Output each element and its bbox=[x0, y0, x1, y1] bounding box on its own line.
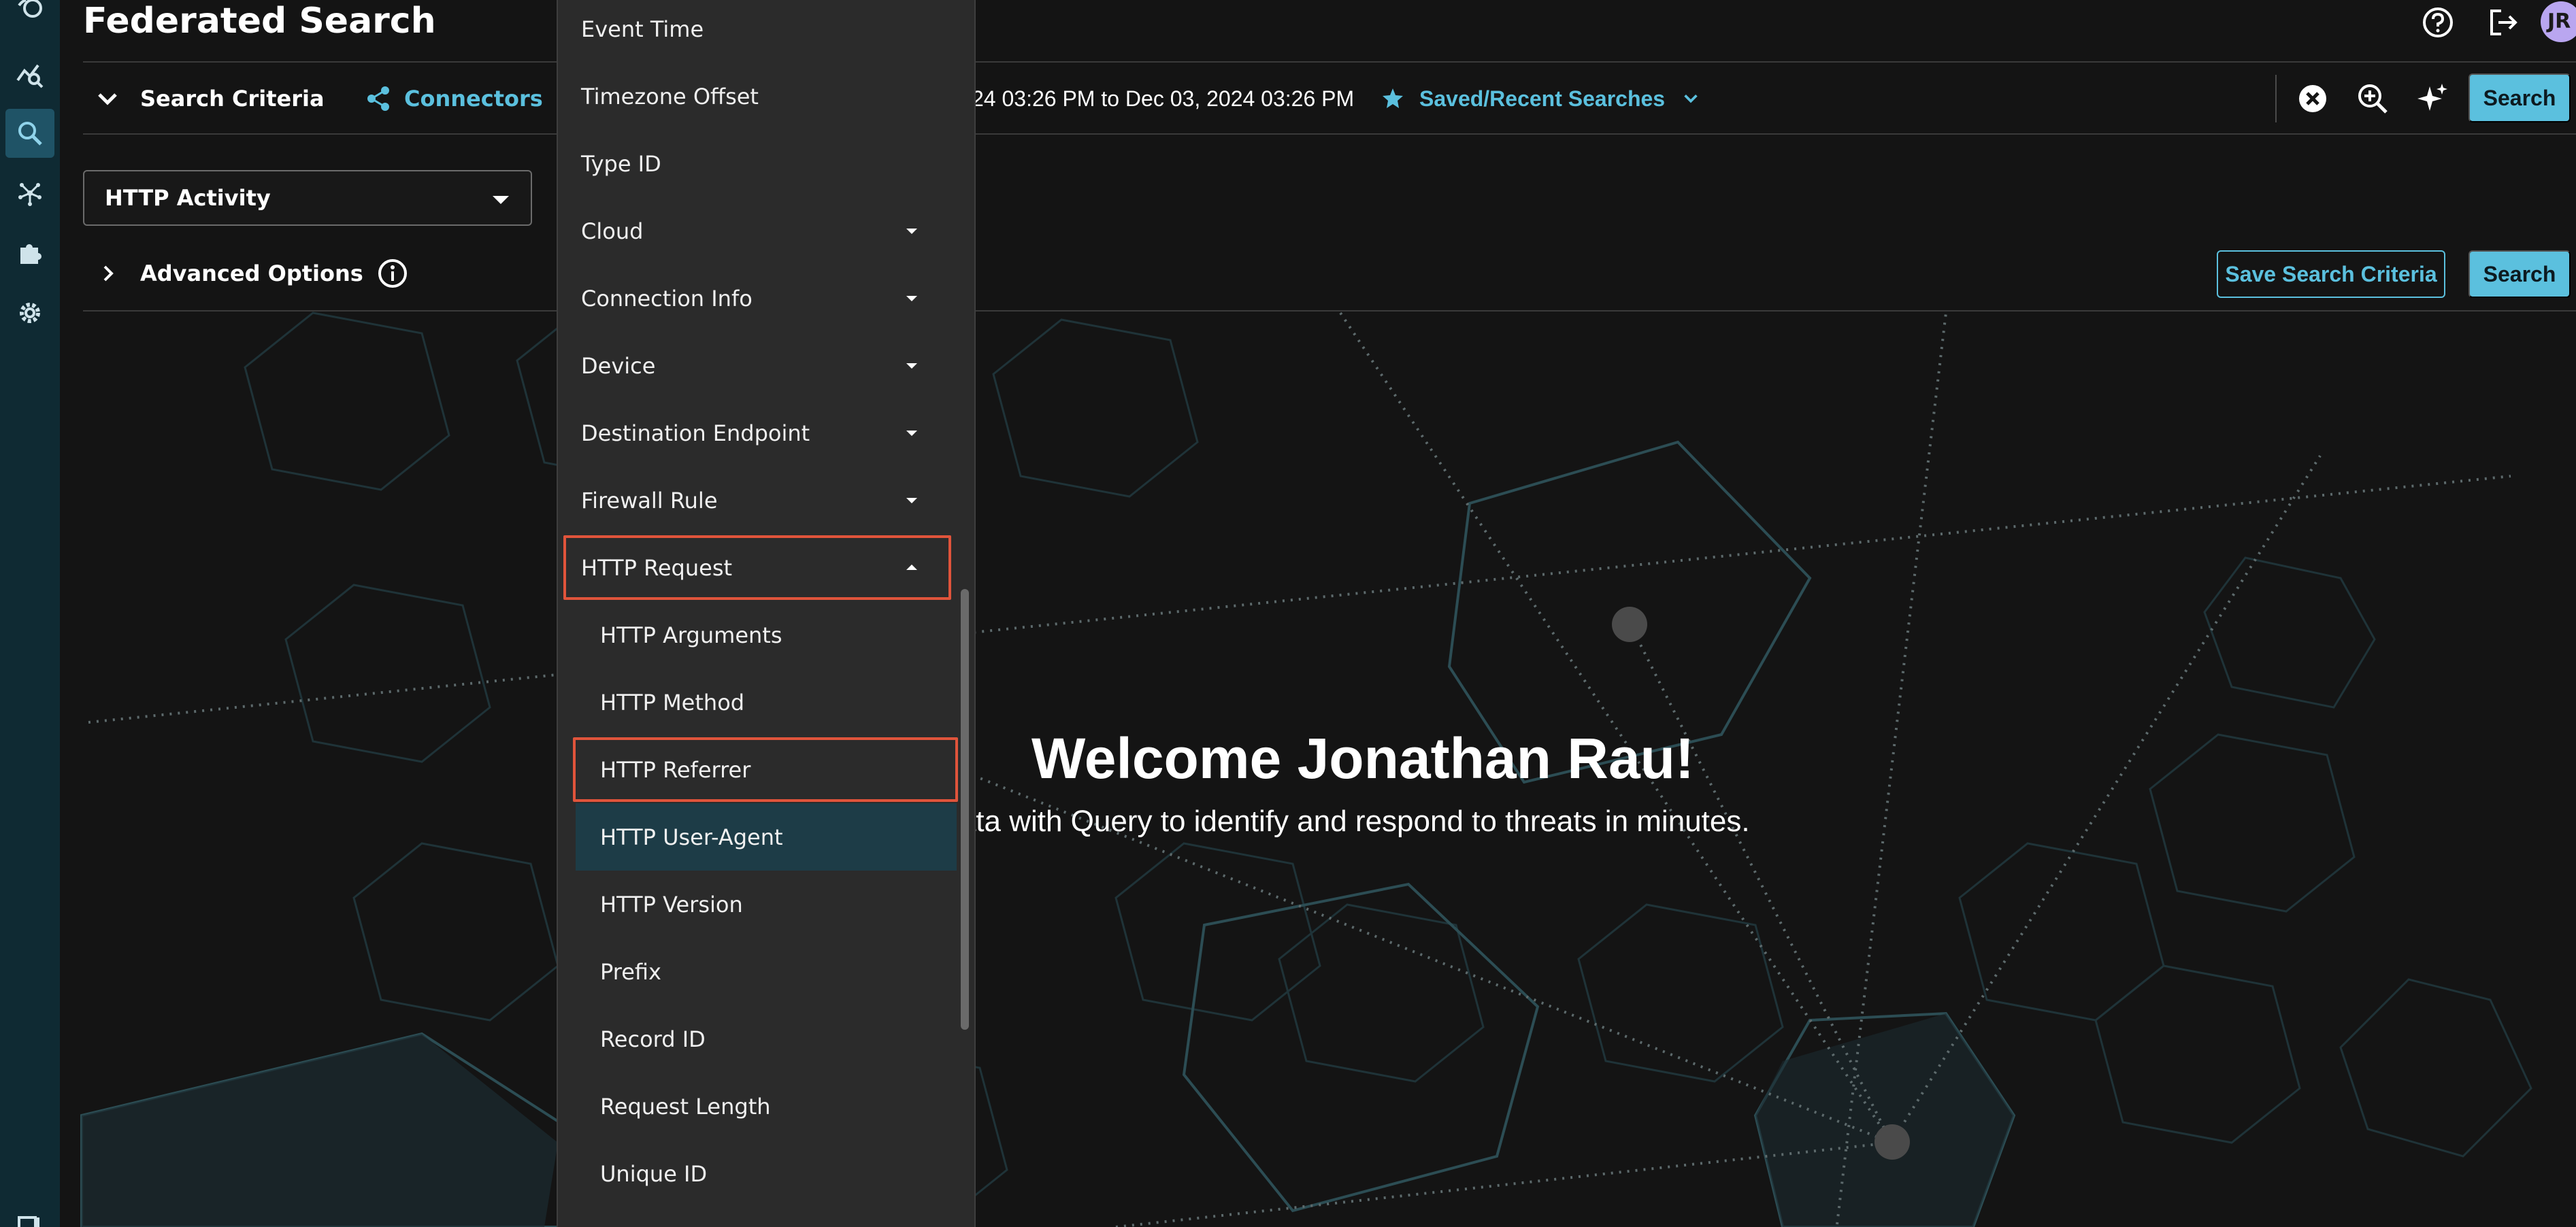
dropdown-item-label: Unique ID bbox=[600, 1160, 708, 1187]
connectors-icon bbox=[367, 86, 389, 111]
advanced-options-toggle[interactable]: Advanced Options bbox=[98, 256, 408, 291]
caret-up-icon bbox=[906, 565, 917, 570]
chevron-right-icon bbox=[103, 265, 114, 282]
page-title: Federated Search bbox=[83, 1, 436, 41]
ai-sparkle-icon[interactable] bbox=[2410, 76, 2455, 121]
dropdown-item-label: HTTP User-Agent bbox=[600, 824, 783, 850]
search-icon[interactable] bbox=[5, 109, 54, 158]
field-dropdown-menu[interactable]: Event Time Timezone Offset Type ID Cloud… bbox=[557, 0, 976, 1227]
dropdown-group-connection-info[interactable]: Connection Info bbox=[558, 265, 957, 332]
info-icon[interactable] bbox=[377, 258, 408, 289]
dropdown-item-label: Destination Endpoint bbox=[581, 420, 810, 446]
dropdown-item-label: Firewall Rule bbox=[581, 487, 718, 514]
dropdown-item-label: Request Length bbox=[600, 1093, 771, 1120]
header-divider bbox=[83, 61, 2576, 63]
settings-icon[interactable] bbox=[5, 288, 54, 337]
save-search-criteria-button[interactable]: Save Search Criteria bbox=[2217, 250, 2445, 298]
expand-icon[interactable] bbox=[5, 1198, 54, 1227]
dropdown-item-http-method[interactable]: HTTP Method bbox=[558, 669, 957, 736]
caret-down-icon bbox=[906, 498, 917, 503]
saved-searches-label: Saved/Recent Searches bbox=[1419, 86, 1666, 111]
welcome-subtitle: ur data with Query to identify and respo… bbox=[908, 805, 1750, 838]
dropdown-item-record-id[interactable]: Record ID bbox=[558, 1005, 957, 1073]
criteria-divider bbox=[83, 133, 2576, 135]
dropdown-item-label: Event Time bbox=[581, 16, 704, 42]
toolbar-divider bbox=[2275, 75, 2277, 122]
data-type-value: HTTP Activity bbox=[105, 185, 271, 211]
logout-icon[interactable] bbox=[2482, 1, 2524, 44]
search-button-secondary[interactable]: Search bbox=[2468, 250, 2571, 298]
saved-searches-dropdown[interactable]: Saved/Recent Searches bbox=[1381, 82, 1700, 116]
caret-down-icon bbox=[493, 196, 509, 204]
zoom-in-icon[interactable] bbox=[2350, 76, 2395, 121]
left-navigation-rail bbox=[0, 0, 60, 1227]
dropdown-item-label: Record ID bbox=[600, 1026, 706, 1052]
dropdown-item-label: Device bbox=[581, 352, 656, 379]
search-button[interactable]: Search bbox=[2468, 73, 2571, 122]
caret-down-icon bbox=[906, 229, 917, 234]
dropdown-item[interactable]: Type ID bbox=[558, 130, 957, 197]
dropdown-item-label: Cloud bbox=[581, 218, 644, 244]
dropdown-item-label: Timezone Offset bbox=[581, 83, 759, 110]
dropdown-item-label: Type ID bbox=[581, 150, 661, 177]
network-icon[interactable] bbox=[5, 169, 54, 218]
dropdown-item-http-arguments[interactable]: HTTP Arguments bbox=[558, 601, 957, 669]
dropdown-item-label: Connection Info bbox=[581, 285, 753, 312]
options-divider bbox=[83, 310, 2576, 312]
dropdown-item-label: HTTP Version bbox=[600, 891, 743, 918]
dropdown-item-http-referrer[interactable]: HTTP Referrer bbox=[558, 736, 958, 803]
dropdown-item-unique-id[interactable]: Unique ID bbox=[558, 1140, 957, 1207]
avatar[interactable]: JR bbox=[2541, 1, 2576, 42]
date-range-display[interactable]: 24 03:26 PM to Dec 03, 2024 03:26 PM bbox=[972, 82, 1354, 116]
dropdown-item-label: HTTP Request bbox=[581, 554, 733, 581]
dropdown-item-label: HTTP Arguments bbox=[600, 622, 782, 648]
dropdown-item-label: HTTP Method bbox=[600, 689, 745, 716]
dropdown-item[interactable]: Event Time bbox=[558, 0, 957, 63]
caret-down-icon bbox=[906, 363, 917, 369]
caret-down-icon bbox=[906, 431, 917, 436]
dropdown-group-http-request[interactable]: HTTP Request bbox=[558, 534, 957, 601]
dropdown-item-http-version[interactable]: HTTP Version bbox=[558, 871, 957, 938]
logo-icon[interactable] bbox=[5, 0, 54, 35]
connectors-dropdown[interactable]: Connectors bbox=[365, 82, 574, 116]
chevron-down-icon bbox=[1684, 95, 1698, 103]
dropdown-group-cloud[interactable]: Cloud bbox=[558, 197, 957, 265]
dropdown-item-http-user-agent[interactable]: HTTP User-Agent bbox=[576, 803, 957, 871]
dropdown-group-firewall-rule[interactable]: Firewall Rule bbox=[558, 467, 957, 534]
dropdown-item-label: HTTP Referrer bbox=[600, 756, 751, 783]
dropdown-group-device[interactable]: Device bbox=[558, 332, 957, 399]
search-criteria-toggle[interactable]: Search Criteria bbox=[95, 82, 325, 116]
help-icon[interactable] bbox=[2417, 1, 2459, 44]
extensions-icon[interactable] bbox=[5, 229, 54, 278]
advanced-options-label: Advanced Options bbox=[140, 260, 363, 286]
dropdown-item-label: Prefix bbox=[600, 958, 661, 985]
search-criteria-label: Search Criteria bbox=[140, 86, 325, 112]
dropdown-group-destination-endpoint[interactable]: Destination Endpoint bbox=[558, 399, 957, 467]
dropdown-item-prefix[interactable]: Prefix bbox=[558, 938, 957, 1005]
caret-down-icon bbox=[906, 296, 917, 301]
analytics-icon[interactable] bbox=[5, 49, 54, 98]
welcome-title: Welcome Jonathan Rau! bbox=[1031, 726, 1694, 790]
dropdown-item[interactable]: Timezone Offset bbox=[558, 63, 957, 130]
clear-icon[interactable] bbox=[2290, 76, 2335, 121]
dropdown-item-request-length[interactable]: Request Length bbox=[558, 1073, 957, 1140]
chevron-down-icon bbox=[98, 93, 117, 105]
connectors-label: Connectors bbox=[404, 86, 543, 112]
data-type-select[interactable]: HTTP Activity bbox=[83, 170, 532, 226]
dropdown-scrollbar[interactable] bbox=[961, 589, 969, 1030]
star-icon bbox=[1383, 88, 1403, 108]
